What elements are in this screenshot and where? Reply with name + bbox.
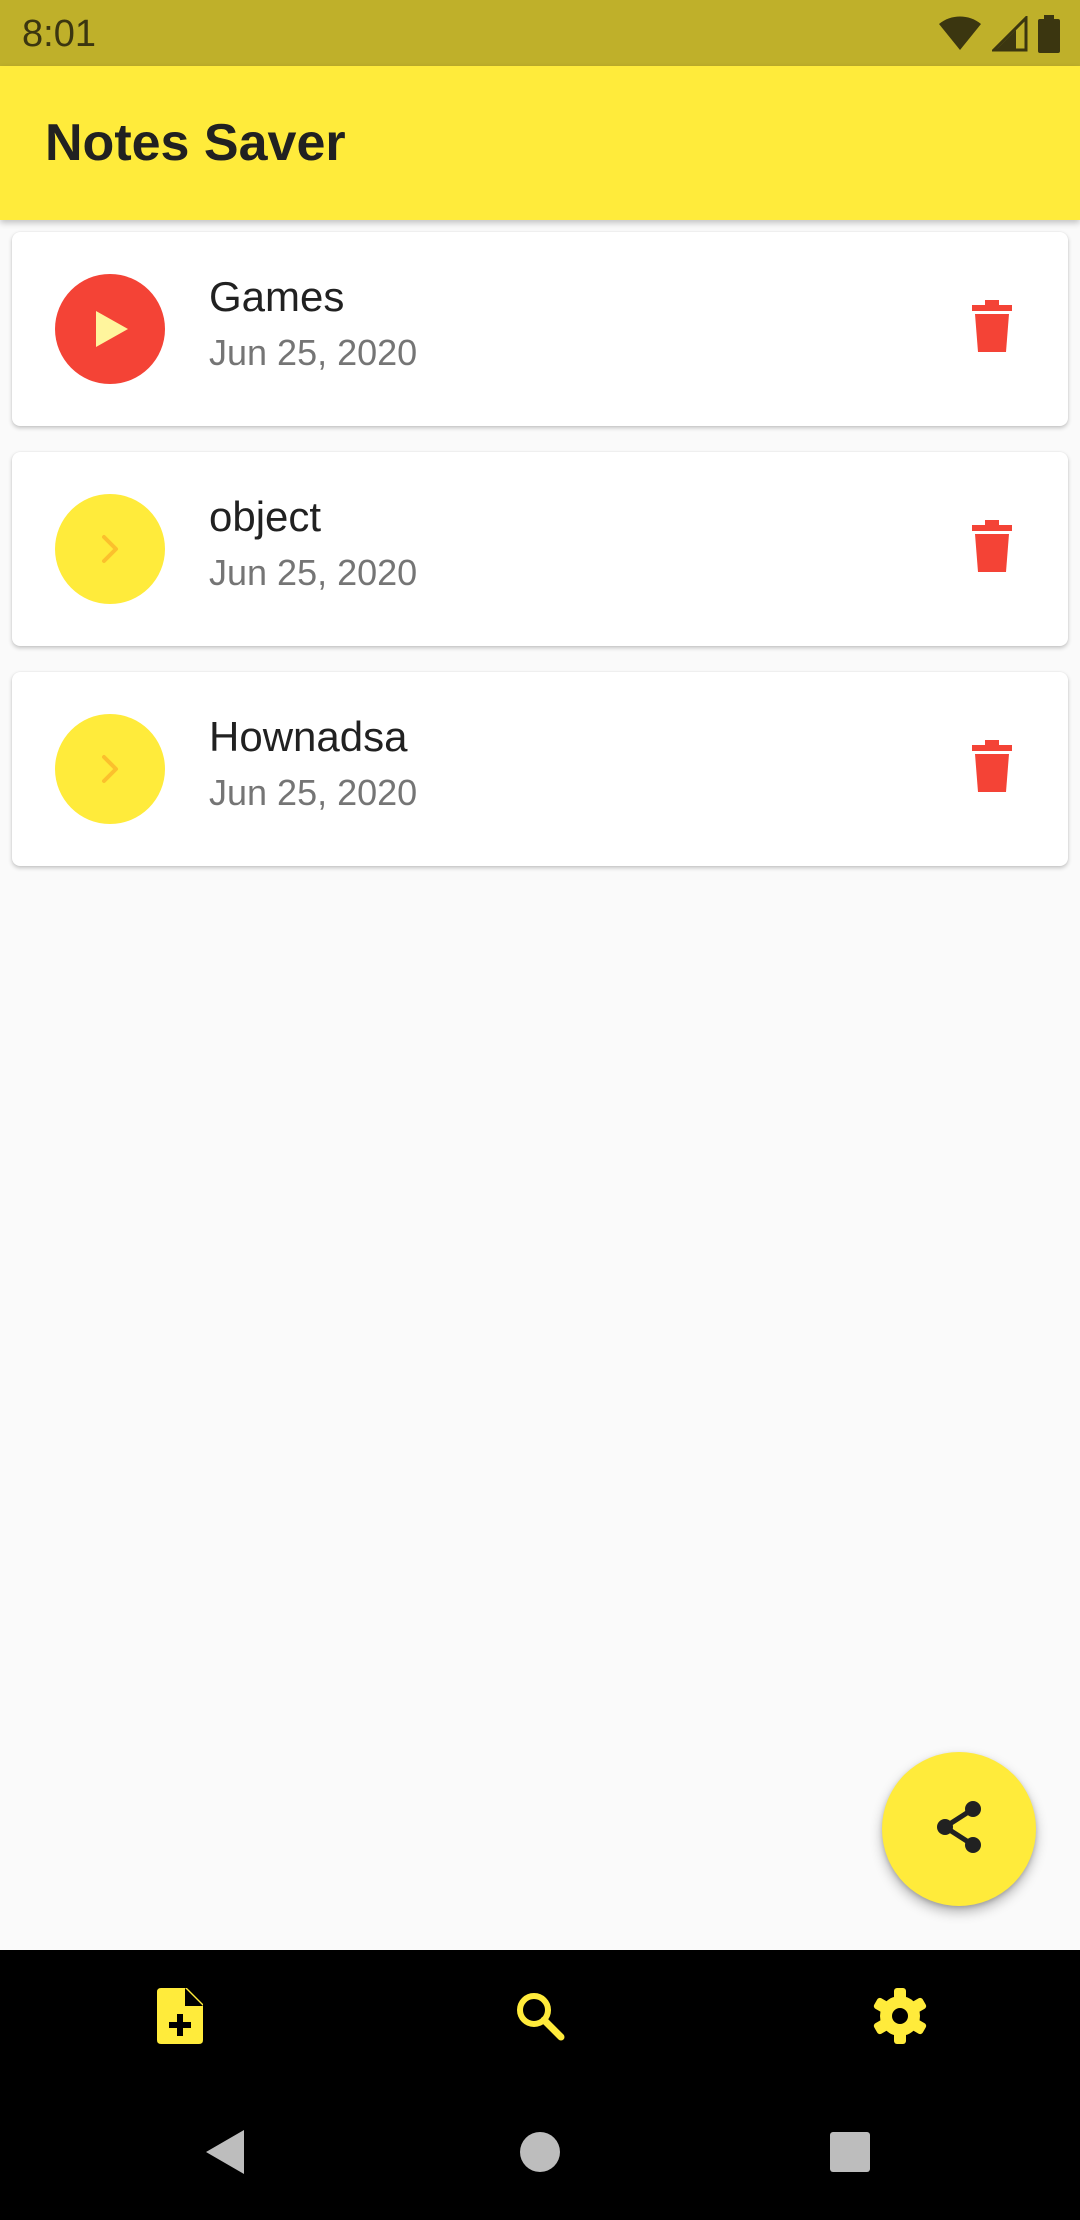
delete-icon (972, 739, 1012, 797)
delete-icon (972, 519, 1012, 577)
note-avatar[interactable] (55, 714, 165, 824)
note-title: Hownadsa (209, 713, 408, 760)
note-card-games[interactable]: Games Jun 25, 2020 (12, 232, 1068, 426)
nav-settings[interactable] (720, 1950, 1080, 2086)
app-bar: Notes Saver (0, 66, 1080, 220)
note-title: object (209, 493, 322, 540)
note-card-hownadsa[interactable]: Hownadsa Jun 25, 2020 (12, 672, 1068, 866)
chevron-right-icon (95, 751, 125, 787)
recents-icon (829, 2131, 871, 2178)
play-icon (88, 307, 132, 351)
nav-search[interactable] (360, 1950, 720, 2086)
share-icon (931, 1799, 987, 1860)
note-date: Jun 25, 2020 (209, 772, 418, 813)
page-title: Notes Saver (45, 114, 346, 172)
share-button[interactable] (882, 1752, 1036, 1906)
note-date: Jun 25, 2020 (209, 332, 418, 373)
wifi-icon (938, 16, 982, 52)
note-card-object[interactable]: object Jun 25, 2020 (12, 452, 1068, 646)
note-date: Jun 25, 2020 (209, 552, 418, 593)
signal-icon (992, 16, 1028, 52)
back-button[interactable] (186, 2114, 266, 2194)
nav-add-note[interactable] (0, 1950, 360, 2086)
note-avatar[interactable] (55, 274, 165, 384)
bottom-nav (0, 1950, 1080, 2086)
note-add-icon (157, 1987, 203, 2049)
status-icons (938, 14, 1060, 54)
delete-button[interactable] (956, 512, 1028, 584)
battery-icon (1038, 15, 1060, 53)
note-avatar[interactable] (55, 494, 165, 604)
home-button[interactable] (500, 2114, 580, 2194)
status-bar: 8:01 (0, 0, 1080, 66)
settings-icon (872, 1987, 928, 2049)
back-icon (204, 2128, 248, 2181)
delete-button[interactable] (956, 292, 1028, 364)
recents-button[interactable] (810, 2114, 890, 2194)
chevron-right-icon (95, 531, 125, 567)
status-time: 8:01 (22, 13, 96, 55)
delete-button[interactable] (956, 732, 1028, 804)
delete-icon (972, 299, 1012, 357)
system-nav-bar (0, 2086, 1080, 2220)
home-icon (519, 2131, 561, 2178)
search-icon (514, 1990, 566, 2047)
note-list: Games Jun 25, 2020 object Jun 25, 2020 H… (12, 232, 1068, 892)
note-title: Games (209, 273, 345, 320)
